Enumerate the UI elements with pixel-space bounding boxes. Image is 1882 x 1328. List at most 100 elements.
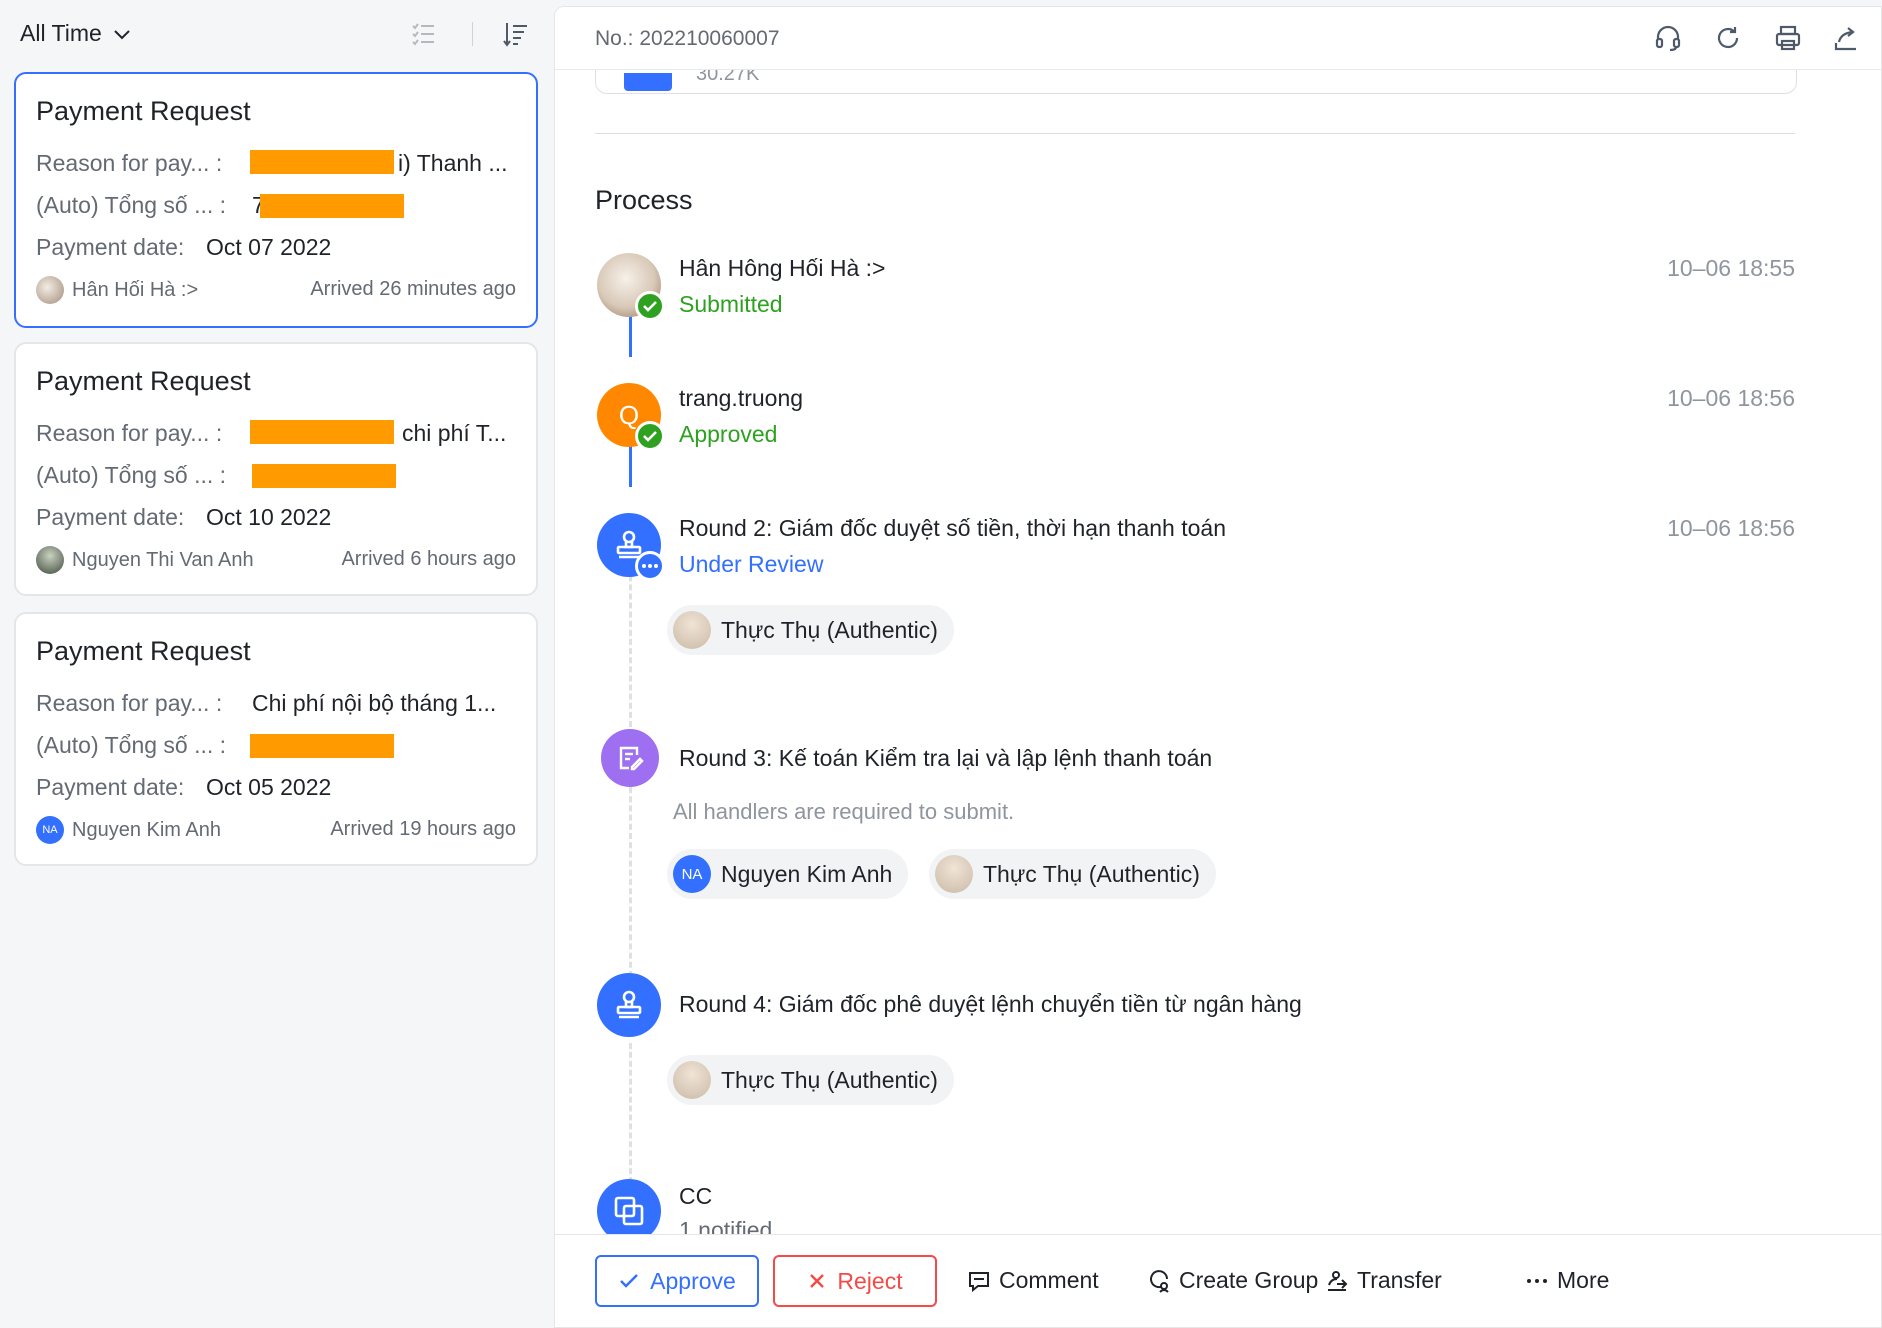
handler-name: Thực Thụ (Authentic) xyxy=(721,616,938,643)
redaction-bar xyxy=(250,150,394,174)
more-icon xyxy=(1527,1278,1547,1283)
avatar: NA xyxy=(36,816,64,844)
step-time: 10–06 18:55 xyxy=(1667,255,1795,281)
chevron-down-icon xyxy=(114,29,130,39)
cc-icon xyxy=(614,1196,644,1226)
redaction-bar xyxy=(260,194,404,218)
approve-label: Approve xyxy=(650,1267,736,1294)
comment-icon xyxy=(969,1271,989,1292)
handler-chip[interactable]: Thực Thụ (Authentic) xyxy=(667,1055,954,1105)
filter-bar: All Time xyxy=(20,14,530,54)
date-value: Oct 07 2022 xyxy=(206,234,332,260)
avatar xyxy=(935,855,973,893)
create-group-label: Create Group xyxy=(1179,1267,1319,1293)
step-name: trang.truong xyxy=(679,385,804,411)
arrived-time: Arrived 26 minutes ago xyxy=(310,278,516,300)
avatar xyxy=(597,253,665,321)
reject-button[interactable]: Reject xyxy=(773,1255,937,1307)
date-value: Oct 10 2022 xyxy=(206,504,332,530)
handler-name: Nguyen Kim Anh xyxy=(721,860,893,887)
user-name: Nguyen Kim Anh xyxy=(72,818,221,841)
step-name: Round 2: Giám đốc duyệt số tiền, thời hạ… xyxy=(679,515,1226,541)
reject-label: Reject xyxy=(837,1267,903,1294)
document-number: No.: 202210060007 xyxy=(595,27,780,50)
step-status: Approved xyxy=(679,421,778,447)
print-icon[interactable] xyxy=(1773,23,1803,53)
request-card[interactable]: Payment Request Reason for pay... : chi … xyxy=(14,342,538,596)
handler-hint: All handlers are required to submit. xyxy=(673,799,1015,824)
time-filter-label: All Time xyxy=(20,20,102,46)
avatar: Q xyxy=(597,383,665,451)
step-time: 10–06 18:56 xyxy=(1667,385,1795,411)
handle-node xyxy=(601,729,659,787)
avatar xyxy=(36,546,64,574)
detail-header: No.: 202210060007 xyxy=(555,7,1881,70)
more-dots-icon xyxy=(635,551,665,581)
card-user: Nguyen Thi Van Anh xyxy=(36,546,254,574)
card-title: Payment Request xyxy=(36,366,251,396)
handler-name: Thực Thụ (Authentic) xyxy=(721,1066,938,1093)
handler-chip[interactable]: NA Nguyen Kim Anh xyxy=(667,849,909,899)
check-icon xyxy=(635,291,665,321)
avatar-letter: Q xyxy=(618,399,640,430)
transfer-button[interactable]: Transfer xyxy=(1325,1267,1442,1294)
check-icon xyxy=(635,421,665,451)
card-title: Payment Request xyxy=(36,96,251,126)
step-name: CC xyxy=(679,1183,713,1209)
reason-value: chi phí T... xyxy=(402,420,507,446)
timeline-connector xyxy=(629,787,632,977)
user-name: Nguyen Thi Van Anh xyxy=(72,548,254,571)
card-user: Hân Hối Hà :> xyxy=(36,276,198,304)
total-label: (Auto) Tổng số ... : xyxy=(36,192,227,218)
checklist-icon[interactable] xyxy=(410,20,438,48)
comment-label: Comment xyxy=(999,1267,1099,1293)
avatar xyxy=(36,276,64,304)
edit-document-icon xyxy=(619,746,644,771)
approval-stamp-node xyxy=(597,973,661,1037)
avatar: NA xyxy=(673,855,711,893)
more-button[interactable]: More xyxy=(1525,1267,1609,1294)
more-label: More xyxy=(1557,1267,1610,1293)
handler-name: Thực Thụ (Authentic) xyxy=(983,860,1200,887)
date-label: Payment date: xyxy=(36,504,185,530)
reason-label: Reason for pay... : xyxy=(36,690,223,716)
refresh-icon[interactable] xyxy=(1713,23,1743,53)
avatar xyxy=(673,611,711,649)
handler-chip[interactable]: Thực Thụ (Authentic) xyxy=(667,605,954,655)
total-label: (Auto) Tổng số ... : xyxy=(36,462,227,488)
reason-value: Chi phí nội bộ tháng 1... xyxy=(252,690,497,716)
time-filter-dropdown[interactable]: All Time xyxy=(20,20,132,47)
redaction-bar xyxy=(250,734,394,758)
approve-button[interactable]: Approve xyxy=(595,1255,759,1307)
reason-label: Reason for pay... : xyxy=(36,420,223,446)
step-name: Round 4: Giám đốc phê duyệt lệnh chuyển … xyxy=(679,991,1302,1017)
customer-service-icon[interactable] xyxy=(1653,23,1683,53)
step-status: Under Review xyxy=(679,551,824,577)
transfer-label: Transfer xyxy=(1357,1267,1442,1293)
file-icon xyxy=(624,73,672,91)
arrived-time: Arrived 19 hours ago xyxy=(330,818,516,840)
request-card[interactable]: Payment Request Reason for pay... : Chi … xyxy=(14,612,538,866)
transfer-icon xyxy=(1328,1270,1348,1291)
date-label: Payment date: xyxy=(36,774,185,800)
sort-icon[interactable] xyxy=(502,20,530,48)
request-detail-panel: No.: 202210060007 30.27K Process Hân Hôn… xyxy=(554,6,1882,1328)
share-icon[interactable] xyxy=(1831,23,1861,53)
close-icon xyxy=(810,1274,825,1288)
stamp-icon xyxy=(616,990,642,1019)
process-title: Process xyxy=(595,185,693,215)
create-group-button[interactable]: Create Group xyxy=(1147,1267,1318,1294)
step-name: Hân Hông Hối Hà :> xyxy=(679,255,886,281)
handler-chip[interactable]: Thực Thụ (Authentic) xyxy=(929,849,1216,899)
timeline-connector xyxy=(629,1043,632,1183)
group-chat-icon xyxy=(1150,1269,1169,1293)
step-status: Submitted xyxy=(679,291,783,317)
date-label: Payment date: xyxy=(36,234,185,260)
comment-button[interactable]: Comment xyxy=(967,1267,1099,1294)
redaction-bar xyxy=(250,420,394,444)
request-card[interactable]: Payment Request Reason for pay... : i) T… xyxy=(14,72,538,328)
card-user: NA Nguyen Kim Anh xyxy=(36,816,221,844)
approval-stamp-node xyxy=(597,513,665,581)
card-title: Payment Request xyxy=(36,636,251,666)
step-name: Round 3: Kế toán Kiểm tra lại và lập lện… xyxy=(679,745,1213,771)
